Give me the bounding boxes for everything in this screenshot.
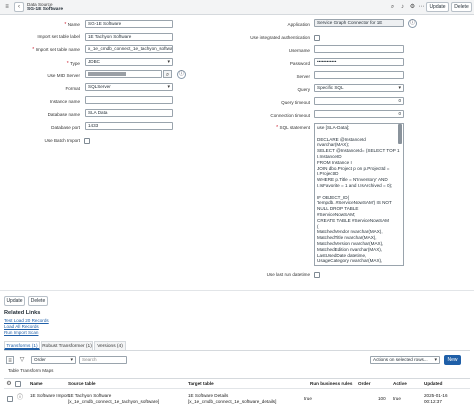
- tab-divider: [4, 350, 470, 351]
- activity-icon[interactable]: ♪: [399, 3, 406, 11]
- record-name: SG-1E Software: [27, 7, 63, 12]
- col-updated[interactable]: Updated: [424, 380, 442, 387]
- more-options-icon[interactable]: ⋯: [418, 3, 425, 11]
- query-label: Query: [297, 87, 310, 92]
- format-select[interactable]: SQLServer: [85, 83, 173, 91]
- database-port-field[interactable]: 1433: [85, 122, 173, 130]
- delete-button[interactable]: Delete: [28, 296, 48, 306]
- sql-scrollbar[interactable]: [398, 124, 402, 144]
- search-field-select[interactable]: Order: [31, 356, 76, 364]
- select-all-checkbox[interactable]: [15, 381, 21, 387]
- tab-versions[interactable]: Versions (4): [94, 341, 126, 350]
- database-name-field[interactable]: SLA Data: [85, 109, 173, 117]
- mid-server-label: Use MID Server: [47, 73, 80, 78]
- actions-select[interactable]: Actions on selected rows...: [370, 356, 440, 364]
- username-label: Username: [288, 48, 310, 53]
- password-label: Password: [289, 61, 310, 66]
- server-field[interactable]: [314, 71, 404, 79]
- record-header: ≡ ‹ Data Source SG-1E Software ⌕ ♪ ⚙ ⋯ U…: [0, 0, 474, 15]
- tab-transforms[interactable]: Transforms (1): [4, 341, 40, 350]
- query-timeout-field[interactable]: 0: [314, 97, 404, 105]
- col-active[interactable]: Active: [393, 380, 407, 387]
- run-import-scan-link[interactable]: Run Import Scan: [4, 330, 38, 336]
- batch-import-label: Use Batch Import: [44, 138, 81, 143]
- attachment-icon[interactable]: ⌕: [389, 3, 396, 11]
- integrated-auth-checkbox[interactable]: [314, 35, 320, 41]
- row-source-table: 1E Tachyon Software [x_1e_cmdb_connect_1…: [68, 393, 160, 404]
- new-button[interactable]: New: [444, 355, 461, 365]
- col-source-table[interactable]: Source table: [68, 380, 96, 387]
- header-update-button[interactable]: Update: [426, 2, 449, 12]
- application-info-icon[interactable]: ⓘ: [408, 19, 417, 28]
- mid-server-field[interactable]: [85, 70, 162, 78]
- import-set-label-field[interactable]: 1E Tachyon Software: [85, 33, 173, 41]
- integrated-auth-label: Use integrated authentication: [250, 35, 310, 40]
- sql-statement-label: * SQL statement: [276, 125, 310, 131]
- related-links-heading: Related Links: [4, 310, 41, 316]
- import-set-label-label: Import set table label: [37, 34, 80, 39]
- menu-icon[interactable]: ≡: [3, 3, 11, 11]
- reference-info-icon[interactable]: ⓘ: [177, 70, 186, 79]
- row-active: true: [393, 396, 401, 401]
- name-field[interactable]: SG-1E Software: [85, 20, 173, 28]
- type-select[interactable]: JDBC: [85, 58, 173, 66]
- password-field[interactable]: ••••••••••••: [314, 58, 404, 66]
- settings-icon[interactable]: ⚙: [409, 3, 416, 11]
- format-label: Format: [65, 86, 80, 91]
- row-target-table: 1E Software Details [x_1e_cmdb_connect_1…: [188, 393, 277, 404]
- username-field[interactable]: [314, 45, 404, 53]
- instance-name-field[interactable]: [85, 96, 173, 104]
- name-label: * Name: [64, 22, 80, 28]
- application-field: Service Graph Connector for 1E: [314, 19, 404, 27]
- list-menu-icon[interactable]: ≡: [6, 356, 14, 364]
- update-button[interactable]: Update: [4, 296, 25, 306]
- col-run-business-rules[interactable]: Run business rules: [310, 380, 352, 387]
- header-delete-button[interactable]: Delete: [451, 2, 472, 12]
- query-select[interactable]: Specific SQL: [314, 84, 404, 92]
- row-updated: 2025-01-16 00:12:37: [424, 393, 448, 404]
- application-label: Application: [287, 22, 310, 27]
- database-name-label: Database name: [47, 112, 80, 117]
- breadcrumb: Table Transform Maps: [8, 368, 54, 373]
- last-run-label: Use last run datetime: [266, 272, 310, 277]
- table-top-border: [4, 378, 470, 379]
- tab-robust-transformer[interactable]: Robust Transformer (1): [41, 341, 93, 350]
- database-port-label: Database port: [51, 125, 80, 130]
- col-name[interactable]: Name: [30, 380, 43, 387]
- row-name-link[interactable]: 1E Software Import: [30, 393, 69, 399]
- connection-timeout-field[interactable]: 0: [314, 110, 404, 118]
- row-order: 100: [378, 396, 386, 401]
- row-info-icon[interactable]: ⓘ: [16, 394, 24, 402]
- instance-name-label: Instance name: [49, 99, 80, 104]
- funnel-icon[interactable]: ▽: [18, 356, 26, 364]
- back-icon[interactable]: ‹: [14, 2, 24, 12]
- server-label: Server: [296, 74, 310, 79]
- import-set-name-label: * Import set table name: [32, 47, 80, 53]
- row-run-business-rules: true: [304, 396, 312, 401]
- header-divider: [4, 388, 470, 389]
- lookup-icon[interactable]: ⌕: [163, 70, 172, 78]
- type-label: * Type: [66, 61, 80, 67]
- col-order[interactable]: Order: [358, 380, 371, 387]
- query-timeout-label: Query timeout: [281, 100, 310, 105]
- col-target-table[interactable]: Target table: [188, 380, 214, 387]
- connection-timeout-label: Connection timeout: [270, 113, 310, 118]
- last-run-checkbox[interactable]: [314, 272, 320, 278]
- batch-import-checkbox[interactable]: [84, 138, 90, 144]
- import-set-name-field[interactable]: x_1e_cmdb_connect_1e_tachyon_software: [85, 45, 173, 53]
- table-settings-icon[interactable]: ⚙: [6, 380, 12, 388]
- row-checkbox[interactable]: [7, 396, 13, 402]
- sql-statement-editor[interactable]: use [SLA-Data]; DECLARE @InstanceId nvar…: [314, 123, 404, 266]
- divider: [0, 290, 474, 291]
- list-search-input[interactable]: Search: [79, 356, 127, 364]
